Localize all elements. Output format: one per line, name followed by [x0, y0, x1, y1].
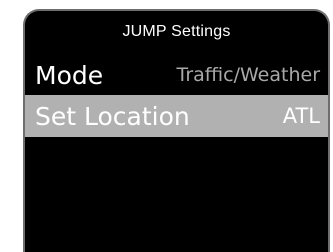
- title-bar: JUMP Settings: [25, 11, 328, 53]
- setting-label-set-location: Set Location: [35, 101, 190, 131]
- settings-screen: JUMP Settings Mode Traffic/Weather Set L…: [23, 9, 330, 252]
- setting-value-set-location: ATL: [282, 104, 320, 128]
- setting-value-mode: Traffic/Weather: [176, 64, 320, 86]
- page-title: JUMP Settings: [122, 23, 231, 40]
- setting-row-mode[interactable]: Mode Traffic/Weather: [25, 55, 328, 95]
- setting-row-set-location[interactable]: Set Location ATL: [25, 95, 328, 137]
- setting-label-mode: Mode: [35, 60, 104, 90]
- device-frame: JUMP Settings Mode Traffic/Weather Set L…: [0, 0, 333, 252]
